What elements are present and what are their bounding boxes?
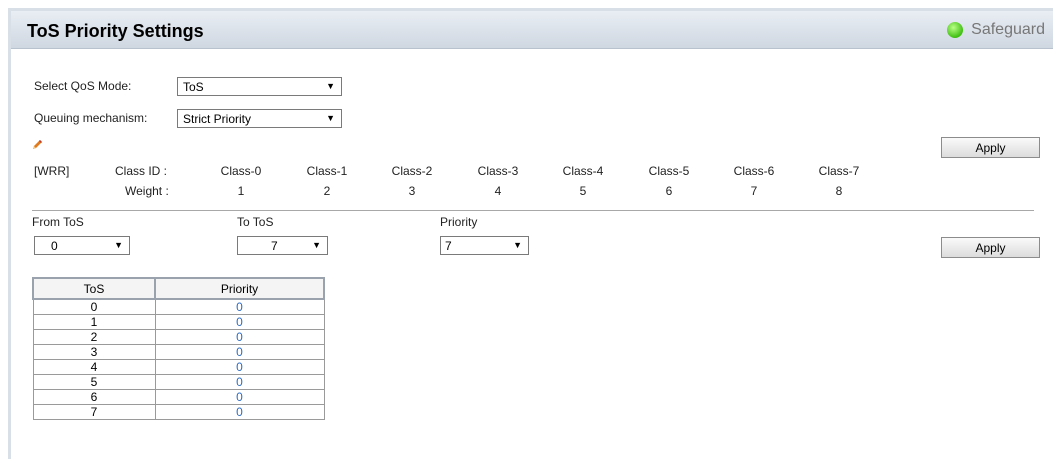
weight-3: 4 xyxy=(494,184,502,198)
weight-6: 7 xyxy=(750,184,758,198)
to-tos-label: To ToS xyxy=(237,215,274,229)
tos-cell: 2 xyxy=(32,329,156,345)
tos-cell: 1 xyxy=(32,314,156,330)
table-row: 40 xyxy=(32,359,325,375)
table-row: 10 xyxy=(32,314,325,330)
title-bar: ToS Priority Settings Safeguard xyxy=(11,11,1053,49)
tos-cell: 4 xyxy=(32,359,156,375)
table-row: 20 xyxy=(32,329,325,345)
queuing-label: Queuing mechanism: xyxy=(34,111,148,125)
class-id-0: Class-0 xyxy=(220,164,262,178)
priority-value: 7 xyxy=(445,239,452,253)
weight-2: 3 xyxy=(408,184,416,198)
qos-mode-value: ToS xyxy=(183,80,204,94)
priority-cell: 0 xyxy=(154,314,325,330)
priority-cell: 0 xyxy=(154,404,325,420)
table-row: 60 xyxy=(32,389,325,405)
weight-0: 1 xyxy=(237,184,245,198)
priority-cell: 0 xyxy=(154,329,325,345)
weight-7: 8 xyxy=(835,184,843,198)
from-tos-select[interactable]: 0 ▼ xyxy=(34,236,130,255)
chevron-down-icon: ▼ xyxy=(513,240,522,250)
queuing-select[interactable]: Strict Priority ▼ xyxy=(177,109,342,128)
priority-cell: 0 xyxy=(154,389,325,405)
tos-cell: 6 xyxy=(32,389,156,405)
tos-cell: 7 xyxy=(32,404,156,420)
table-row: 30 xyxy=(32,344,325,360)
edit-pencil-icon xyxy=(33,140,42,149)
wrr-tag: [WRR] xyxy=(34,164,70,178)
table-row: 00 xyxy=(32,298,325,315)
table-header-row: ToS Priority xyxy=(32,277,325,300)
table-row: 70 xyxy=(32,404,325,420)
priority-cell: 0 xyxy=(154,359,325,375)
chevron-down-icon: ▼ xyxy=(114,240,123,250)
class-id-2: Class-2 xyxy=(391,164,433,178)
divider xyxy=(32,210,1034,211)
class-id-4: Class-4 xyxy=(562,164,604,178)
safeguard-label: Safeguard xyxy=(971,21,1045,38)
queuing-value: Strict Priority xyxy=(183,112,252,126)
tos-cell: 3 xyxy=(32,344,156,360)
class-id-5: Class-5 xyxy=(648,164,690,178)
priority-cell: 0 xyxy=(154,344,325,360)
safeguard-indicator: Safeguard xyxy=(947,21,1045,39)
page-frame: ToS Priority Settings Safeguard Select Q… xyxy=(0,0,1053,459)
weight-4: 5 xyxy=(579,184,587,198)
table-row: 50 xyxy=(32,374,325,390)
page-title: ToS Priority Settings xyxy=(27,21,204,41)
qos-mode-select[interactable]: ToS ▼ xyxy=(177,77,342,96)
col-header-priority: Priority xyxy=(154,277,325,300)
to-tos-select[interactable]: 7 ▼ xyxy=(237,236,328,255)
class-id-1: Class-1 xyxy=(306,164,348,178)
chevron-down-icon: ▼ xyxy=(312,240,321,250)
to-tos-value: 7 xyxy=(271,239,278,253)
weight-1: 2 xyxy=(323,184,331,198)
class-id-6: Class-6 xyxy=(733,164,775,178)
class-id-label: Class ID : xyxy=(115,164,168,178)
weight-5: 6 xyxy=(665,184,673,198)
chevron-down-icon: ▼ xyxy=(326,113,335,123)
from-tos-value: 0 xyxy=(51,239,58,253)
col-header-tos: ToS xyxy=(32,277,156,300)
qos-mode-label: Select QoS Mode: xyxy=(34,79,132,93)
apply-range-button[interactable]: Apply xyxy=(941,237,1040,258)
priority-select[interactable]: 7 ▼ xyxy=(440,236,529,255)
chevron-down-icon: ▼ xyxy=(326,81,335,91)
tos-cell: 5 xyxy=(32,374,156,390)
priority-cell: 0 xyxy=(154,374,325,390)
priority-cell: 0 xyxy=(154,298,325,315)
left-border xyxy=(8,8,11,459)
tos-priority-table: ToS Priority 0010203040506070 xyxy=(32,277,325,420)
class-id-3: Class-3 xyxy=(477,164,519,178)
safeguard-status-icon xyxy=(947,22,964,38)
weight-label: Weight : xyxy=(125,184,169,198)
from-tos-label: From ToS xyxy=(32,215,84,229)
class-id-7: Class-7 xyxy=(818,164,860,178)
apply-wrr-button[interactable]: Apply xyxy=(941,137,1040,158)
priority-label: Priority xyxy=(440,215,478,229)
tos-cell: 0 xyxy=(32,298,156,315)
